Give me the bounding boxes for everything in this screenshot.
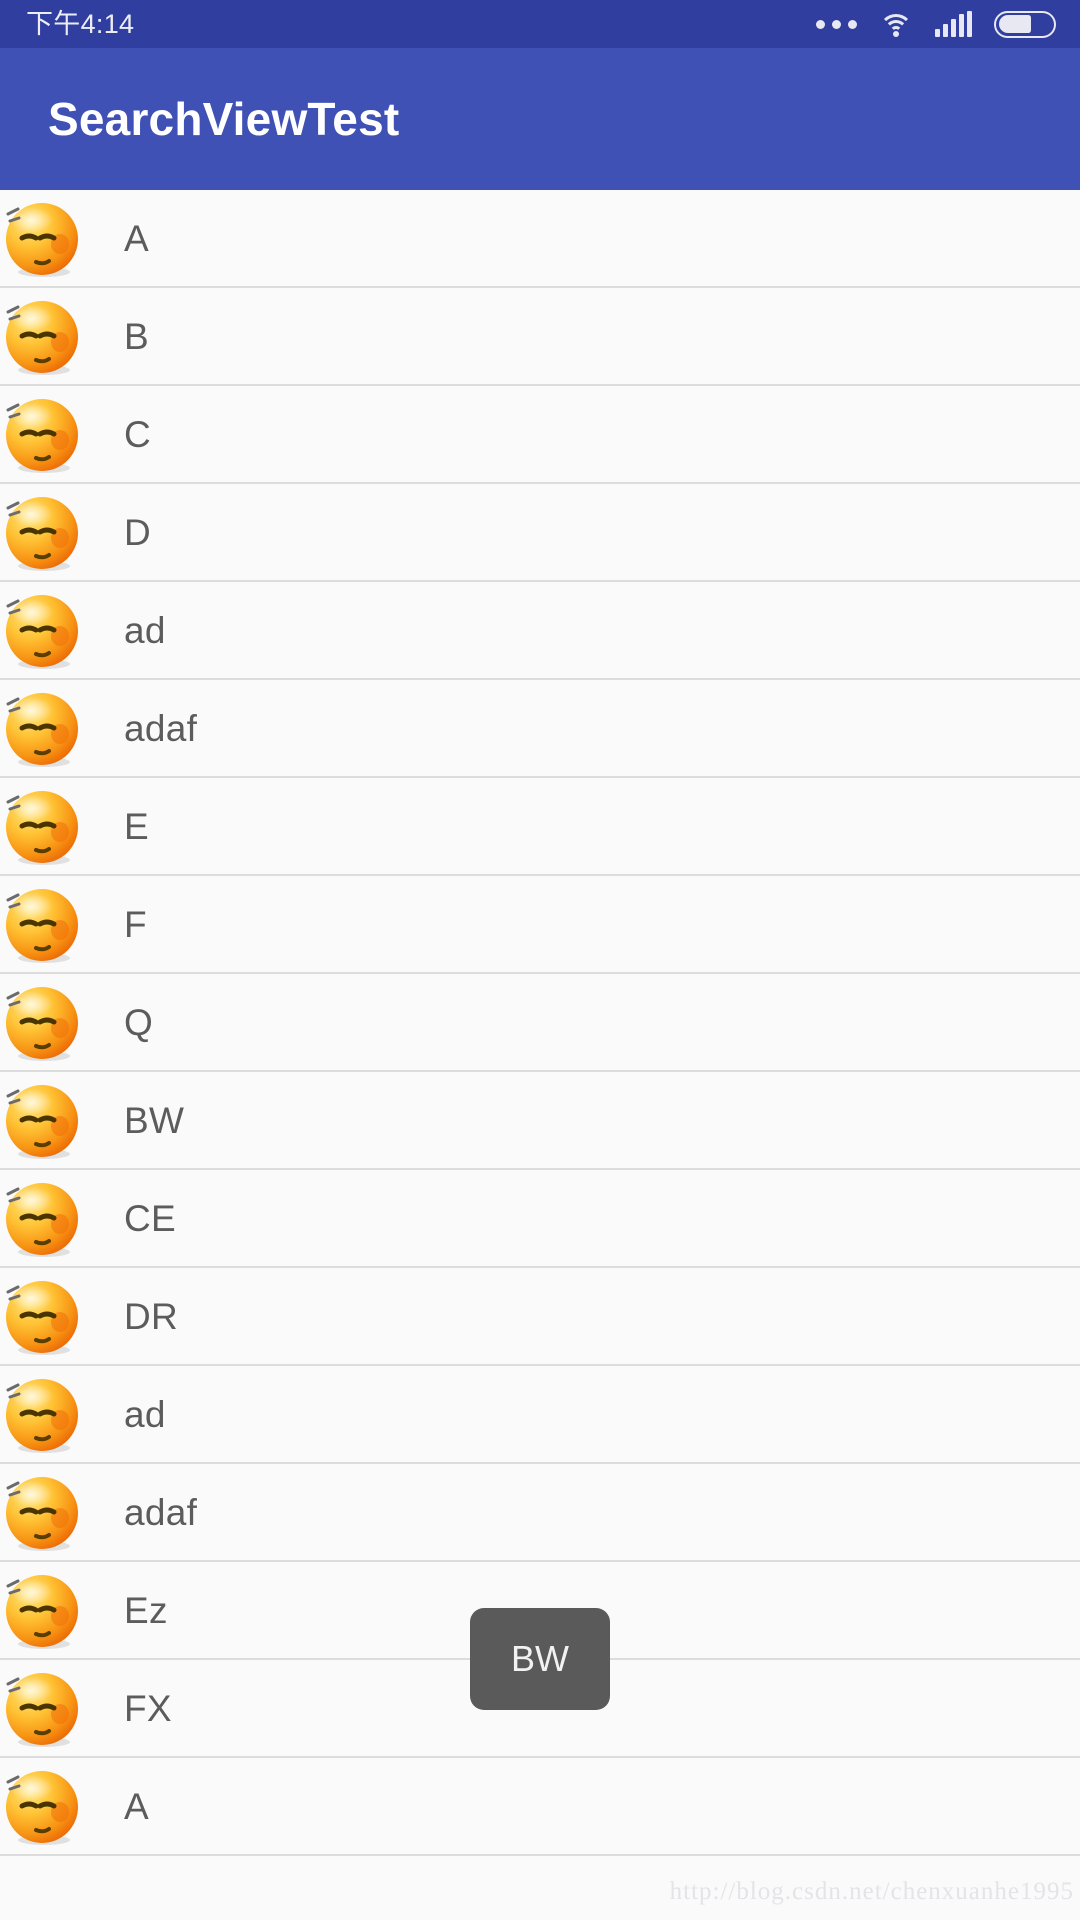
app-bar: SearchViewTest <box>0 48 1080 190</box>
smiley-face-avatar-icon <box>0 882 84 966</box>
list-item[interactable]: ad <box>0 582 1080 680</box>
list-item[interactable]: A <box>0 190 1080 288</box>
list-item-label: adaf <box>124 707 198 749</box>
smiley-face-avatar-icon <box>0 686 84 770</box>
list-item-label: F <box>124 903 147 945</box>
list-item-label: ad <box>124 609 166 651</box>
list-item-label: ad <box>124 1393 166 1435</box>
smiley-face-avatar-icon <box>0 196 84 280</box>
list-item-label: B <box>124 315 149 357</box>
smiley-face-avatar-icon <box>0 980 84 1064</box>
list-item[interactable]: E <box>0 778 1080 876</box>
smiley-face-avatar-icon <box>0 294 84 378</box>
smiley-face-avatar-icon <box>0 1568 84 1652</box>
list-item-label: Q <box>124 1001 154 1043</box>
smiley-face-avatar-icon <box>0 1176 84 1260</box>
status-bar: 下午4:14 <box>0 0 1080 48</box>
smiley-face-avatar-icon <box>0 1470 84 1554</box>
list-item[interactable]: BW <box>0 1072 1080 1170</box>
smiley-face-avatar-icon <box>0 1372 84 1456</box>
list-item-label: D <box>124 511 152 553</box>
wifi-icon <box>879 11 913 37</box>
list-item-label: FX <box>124 1687 172 1729</box>
page-title: SearchViewTest <box>48 93 400 145</box>
list-item-label: A <box>124 217 149 259</box>
list-item[interactable]: ad <box>0 1366 1080 1464</box>
list-item-label: DR <box>124 1295 179 1337</box>
list-item[interactable]: D <box>0 484 1080 582</box>
list-item-label: Ez <box>124 1589 168 1631</box>
smiley-face-avatar-icon <box>0 1666 84 1750</box>
list-item-label: E <box>124 805 149 847</box>
list-item[interactable]: CE <box>0 1170 1080 1268</box>
smiley-face-avatar-icon <box>0 1078 84 1162</box>
list-item-label: C <box>124 413 152 455</box>
smiley-face-avatar-icon <box>0 1764 84 1848</box>
list-item-label: A <box>124 1785 149 1827</box>
list-item[interactable]: F <box>0 876 1080 974</box>
toast-message: BW <box>511 1638 569 1679</box>
toast-popup: BW <box>470 1608 610 1710</box>
smiley-face-avatar-icon <box>0 490 84 574</box>
list-item[interactable]: B <box>0 288 1080 386</box>
smiley-face-avatar-icon <box>0 588 84 672</box>
list-item-label: BW <box>124 1099 185 1141</box>
signal-icon <box>935 11 972 37</box>
phone-screen: 下午4:14 SearchViewTest A B C D ad adaf E … <box>0 0 1080 1920</box>
list-item[interactable]: C <box>0 386 1080 484</box>
more-dots-icon <box>816 19 857 29</box>
list-item-label: CE <box>124 1197 176 1239</box>
list-item[interactable]: DR <box>0 1268 1080 1366</box>
watermark: http://blog.csdn.net/chenxuanhe1995 <box>669 1878 1074 1905</box>
list-item[interactable]: adaf <box>0 1464 1080 1562</box>
smiley-face-avatar-icon <box>0 392 84 476</box>
list-item[interactable]: Q <box>0 974 1080 1072</box>
status-bar-clock: 下午4:14 <box>26 8 135 39</box>
smiley-face-avatar-icon <box>0 784 84 868</box>
list-item-label: adaf <box>124 1491 198 1533</box>
list-item[interactable]: A <box>0 1758 1080 1856</box>
list-item[interactable]: adaf <box>0 680 1080 778</box>
battery-icon <box>994 10 1056 38</box>
status-bar-icons <box>816 10 1056 38</box>
smiley-face-avatar-icon <box>0 1274 84 1358</box>
